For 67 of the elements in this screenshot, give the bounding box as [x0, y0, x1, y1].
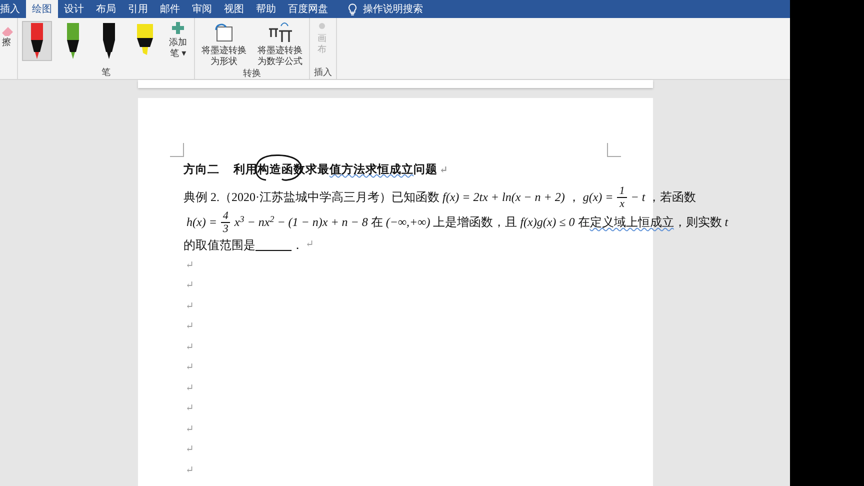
question-text: ．: [292, 236, 304, 254]
paragraph-mark: ↵: [186, 320, 194, 334]
question-text: 的取值范围是: [184, 236, 256, 254]
math-formula: (−∞,+∞): [386, 214, 430, 231]
question-text: 在: [370, 214, 383, 231]
question-text: ，若函数: [648, 189, 696, 206]
math-formula: g(x) =: [582, 189, 614, 206]
question-text: ，: [568, 189, 580, 206]
ribbon-tab[interactable]: 引用: [122, 0, 154, 18]
paragraph-mark: ↵: [186, 340, 194, 355]
pi-icon: [267, 21, 293, 43]
pen-icon: [66, 22, 80, 60]
lightbulb-icon: [348, 2, 357, 16]
ribbon-tab[interactable]: 布局: [90, 0, 122, 18]
ribbon-tab[interactable]: 设计: [58, 0, 90, 18]
paragraph-mark: ↵: [186, 422, 194, 437]
paragraph-mark: ↵: [186, 258, 194, 273]
group-label: 转换: [242, 68, 262, 80]
add-pen-button[interactable]: 添加笔 ▾: [166, 21, 190, 60]
math-formula: h(x) =: [186, 214, 217, 231]
highlighter-icon: [136, 22, 154, 58]
group-label: 笔: [100, 67, 112, 79]
math-formula: x$^{3}$ − nx$^{2}$ − (1 − n)x + n − 8: [234, 213, 368, 231]
paragraph-mark: ↵: [186, 464, 194, 478]
search-box[interactable]: 操作说明搜索: [357, 0, 429, 18]
paragraph-mark: ↵: [186, 443, 194, 458]
dot-icon: [317, 21, 327, 31]
fraction: 1 x: [617, 184, 627, 210]
paragraph-mark: ↵: [186, 300, 194, 314]
heading-text: 方向二: [184, 162, 220, 178]
eraser-button[interactable]: 擦: [0, 18, 17, 49]
question-text: 定义域上恒成立: [590, 214, 674, 231]
paragraph-mark: ↵: [306, 238, 314, 252]
plus-icon: [171, 21, 185, 35]
heading-text: 求最: [306, 162, 330, 178]
ribbon-tab[interactable]: 邮件: [154, 0, 186, 18]
question-text: 在: [578, 214, 590, 231]
paragraph-mark: ↵: [186, 382, 194, 396]
question-text: 典例 2.（2020·江苏盐城中学高三月考）已知函数: [184, 189, 440, 206]
math-formula: f(x) = 2tx + ln(x − n + 2): [442, 189, 565, 206]
convert-button[interactable]: 将墨迹转换为数学公式: [255, 21, 305, 68]
ribbon-tab[interactable]: 插入: [0, 0, 26, 18]
paragraph-mark: ↵: [440, 164, 448, 178]
heading-text: 值方法求恒成立: [330, 162, 414, 178]
pen-button[interactable]: [22, 21, 52, 61]
pen-icon: [30, 22, 44, 60]
shape-icon: [213, 21, 235, 43]
convert-button[interactable]: 将墨迹转换为形状: [199, 21, 249, 68]
question-text: ，则实数: [674, 214, 722, 231]
answer-blank: ______: [256, 236, 292, 254]
math-formula: f(x)g(x) ≤ 0: [520, 214, 575, 231]
paragraph-mark: ↵: [186, 402, 194, 416]
ribbon-tab[interactable]: 审阅: [186, 0, 218, 18]
ribbon-tab[interactable]: 帮助: [250, 0, 282, 18]
ribbon-tab[interactable]: 绘图: [26, 0, 58, 18]
group-label: 插入: [314, 67, 332, 79]
fraction: 4 3: [220, 210, 230, 234]
paragraph-mark: ↵: [186, 361, 194, 376]
math-formula: − t: [630, 189, 646, 206]
pen-icon: [102, 22, 116, 60]
ribbon-tab[interactable]: 百度网盘: [282, 0, 334, 18]
question-text: 上是增函数，且: [433, 214, 518, 231]
eraser-icon: [0, 24, 14, 38]
ribbon-tab[interactable]: 视图: [218, 0, 250, 18]
math-formula: t: [724, 214, 728, 231]
paragraph-mark: ↵: [186, 279, 194, 294]
heading-text: 问题: [414, 162, 438, 178]
